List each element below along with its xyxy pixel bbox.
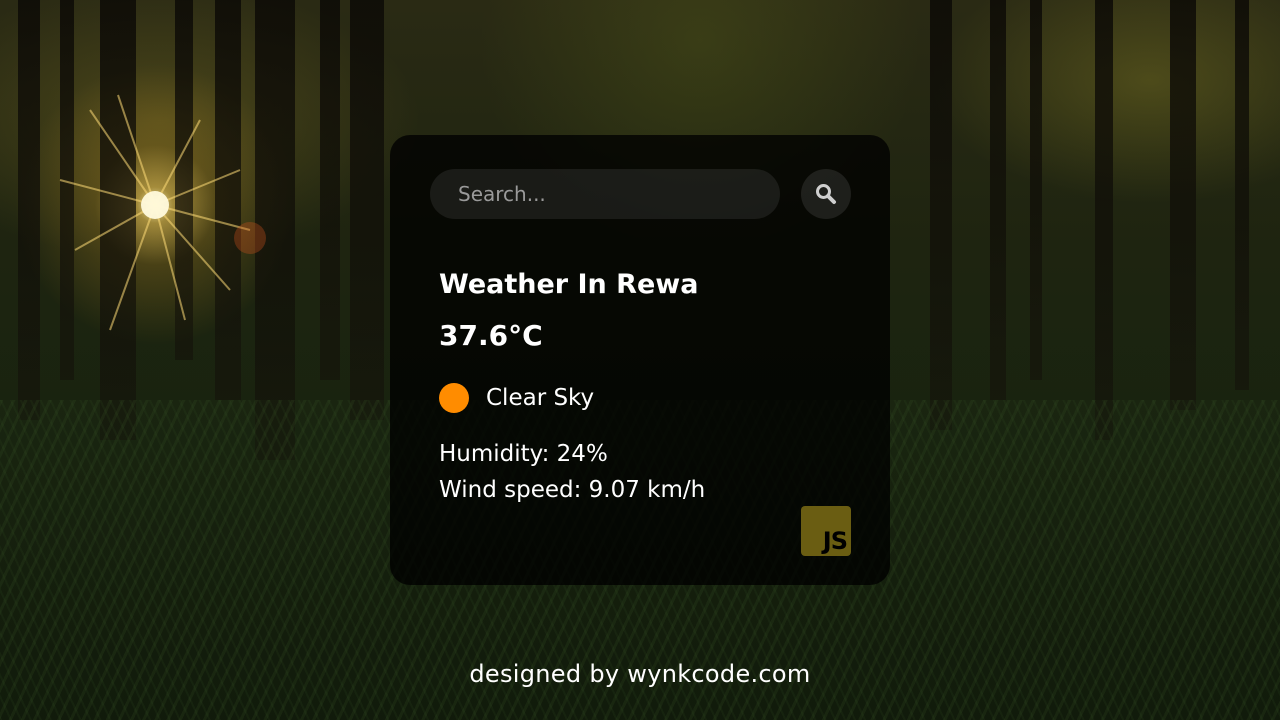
condition-label: Clear Sky: [486, 385, 595, 411]
javascript-logo: JS: [801, 506, 851, 556]
city-title: Weather In Rewa: [439, 269, 699, 300]
wind-speed-label: Wind speed: 9.07 km/h: [439, 477, 706, 503]
temperature: 37.6°C: [439, 319, 543, 352]
search-bar: [430, 169, 851, 219]
weather-card: Weather In Rewa 37.6°C Clear Sky Humidit…: [390, 135, 890, 585]
search-button[interactable]: [801, 169, 851, 219]
designer-credit: designed by wynkcode.com: [469, 660, 811, 688]
javascript-logo-text: JS: [822, 527, 848, 555]
humidity-label: Humidity: 24%: [439, 441, 608, 467]
search-icon: [816, 184, 836, 204]
search-input[interactable]: [430, 169, 780, 219]
condition-row: Clear Sky: [439, 383, 594, 413]
sun-icon: [439, 383, 469, 413]
